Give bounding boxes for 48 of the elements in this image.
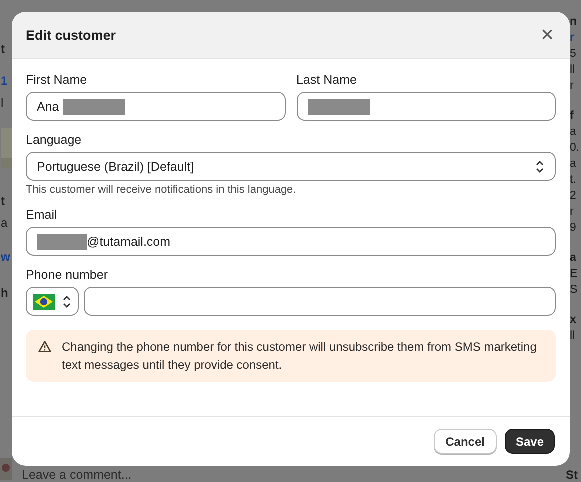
- field-label: Phone number: [26, 268, 110, 282]
- background-text: a: [1, 215, 9, 232]
- background-text: x: [570, 313, 578, 328]
- background-text: a: [570, 251, 578, 266]
- background-text: w: [1, 249, 12, 266]
- email-field[interactable]: @tutamail.com: [26, 227, 556, 256]
- first-name-field[interactable]: Ana: [26, 92, 286, 121]
- chevron-icon: [535, 160, 545, 174]
- background-text: ll: [570, 63, 576, 78]
- background-text: a: [570, 157, 578, 172]
- background-text: 2: [570, 189, 578, 204]
- last-name-field[interactable]: [296, 92, 556, 121]
- background-text: t: [1, 41, 6, 58]
- field-label: First Name: [26, 73, 88, 87]
- background-text: r: [570, 79, 575, 94]
- language-select[interactable]: Portuguese (Brazil) [Default]: [26, 152, 556, 181]
- field-label: Language: [26, 133, 83, 147]
- background-text: St: [566, 468, 578, 482]
- background-text: 9: [570, 221, 578, 236]
- dialog-title: Edit customer: [26, 28, 116, 42]
- phone-field[interactable]: [84, 287, 556, 316]
- background-text: 1: [1, 73, 9, 90]
- background-text: ll: [570, 329, 576, 344]
- background-text: r: [570, 205, 575, 220]
- comment-field[interactable]: Leave a comment...: [18, 468, 558, 482]
- cancel-button[interactable]: Cancel: [434, 429, 497, 454]
- background-text: a: [570, 125, 578, 140]
- background-text: n: [570, 15, 578, 30]
- background-text: S: [570, 283, 579, 298]
- background-text: t: [1, 193, 6, 210]
- help-text: This customer will receive notifications in this language.: [26, 184, 298, 196]
- warning-icon: [38, 340, 52, 354]
- save-button[interactable]: Save: [504, 429, 555, 454]
- warning-text: Changing the phone number for this customer will unsubscribe them from SMS marketing text messages until they provide consent.: [62, 339, 538, 374]
- background-text: 0.: [570, 141, 580, 156]
- background-text: f: [570, 109, 575, 124]
- chevron-icon: [62, 294, 72, 308]
- country-select[interactable]: [26, 287, 79, 316]
- field-label: Last Name: [296, 73, 358, 87]
- background-text: r: [570, 31, 576, 46]
- close-button[interactable]: ×: [539, 25, 556, 45]
- background-text: 5: [570, 47, 578, 62]
- background-text: l: [1, 95, 5, 112]
- background-text: E: [570, 267, 579, 282]
- background-text: h: [1, 285, 10, 302]
- flag-icon: [33, 294, 55, 310]
- background-text: t.: [570, 173, 578, 188]
- field-label: Email: [26, 208, 58, 222]
